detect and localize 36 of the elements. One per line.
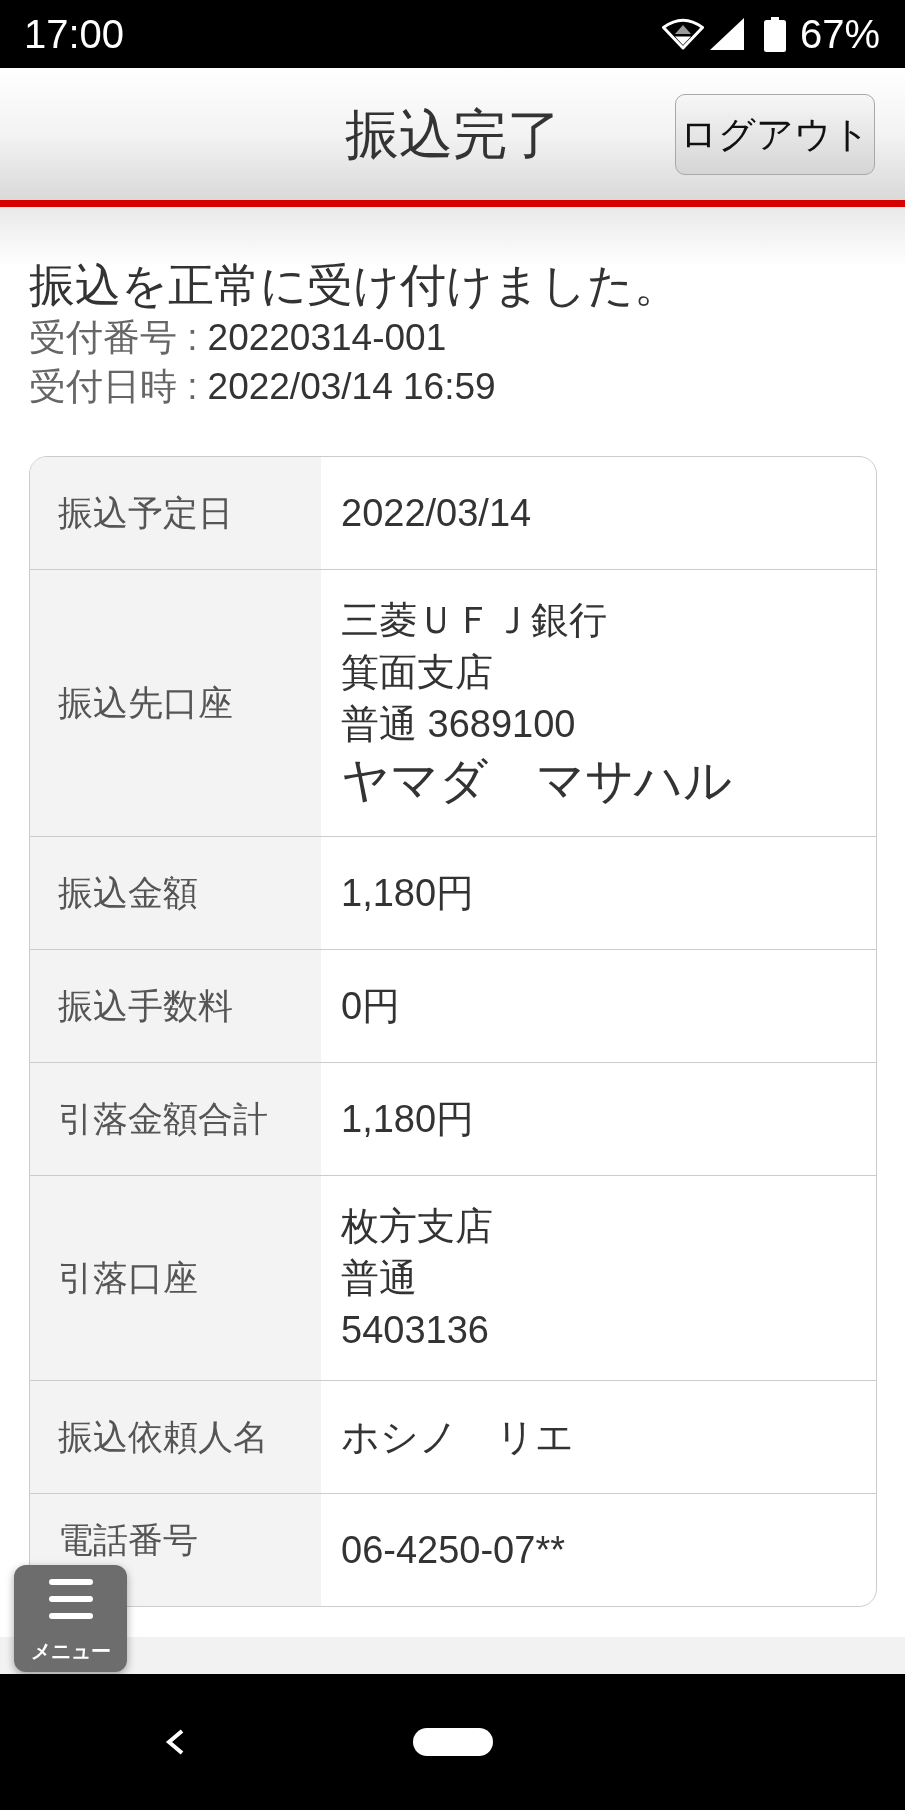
field-value: 1,180円 bbox=[341, 871, 475, 916]
field-value: 普通 3689100 bbox=[341, 702, 576, 747]
menu-button[interactable]: メニュー bbox=[14, 1565, 127, 1672]
battery-percentage: 67% bbox=[799, 14, 880, 54]
chevron-left-icon[interactable] bbox=[165, 1729, 185, 1755]
field-value: ホシノ リエ bbox=[341, 1415, 574, 1460]
field-label: 振込先口座 bbox=[30, 570, 321, 836]
field-label: 引落金額合計 bbox=[30, 1063, 321, 1175]
field-value: 1,180円 bbox=[341, 1097, 475, 1142]
status-time: 17:00 bbox=[24, 14, 125, 54]
field-label: 振込手数料 bbox=[30, 950, 321, 1062]
receipt-value: 2022/03/14 16:59 bbox=[207, 366, 496, 407]
field-value: 0円 bbox=[341, 984, 401, 1029]
battery-icon bbox=[763, 16, 786, 52]
field-value: 2022/03/14 bbox=[341, 491, 532, 536]
page-title: 振込完了 bbox=[344, 102, 561, 166]
menu-icon bbox=[48, 1579, 93, 1619]
receipt-label: 受付日時 : bbox=[29, 366, 198, 407]
signal-icon bbox=[709, 18, 744, 50]
field-label: 振込予定日 bbox=[30, 457, 321, 569]
field-label: 引落口座 bbox=[30, 1176, 321, 1380]
field-value: 5403136 bbox=[341, 1308, 489, 1353]
pill-icon[interactable] bbox=[413, 1728, 493, 1756]
field-value: 普通 bbox=[341, 1256, 417, 1301]
field-label: 振込依頼人名 bbox=[30, 1381, 321, 1493]
field-value: 06-4250-07** bbox=[341, 1528, 565, 1573]
payee-name: ヤマダ マサハル bbox=[341, 753, 732, 809]
field-label: 振込金額 bbox=[30, 837, 321, 949]
receipt-label: 受付番号 : bbox=[29, 317, 198, 358]
field-value: 枚方支店 bbox=[341, 1204, 493, 1249]
field-value: 箕面支店 bbox=[341, 650, 493, 695]
wifi-icon bbox=[660, 17, 705, 51]
confirmation-message: 振込を正常に受け付けました。 bbox=[29, 258, 681, 313]
logout-button[interactable]: ログアウト bbox=[675, 93, 875, 175]
field-value: 三菱ＵＦＪ銀行 bbox=[341, 598, 607, 643]
receipt-value: 20220314-001 bbox=[207, 317, 447, 358]
